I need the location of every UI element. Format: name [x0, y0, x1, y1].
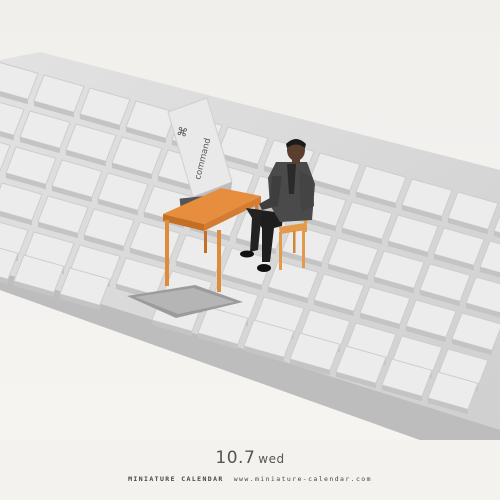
photo-scene: ⌘ command: [0, 0, 500, 440]
caption-day: 10.7: [215, 448, 256, 468]
caption-brand: MINIATURE CALENDAR: [128, 475, 224, 483]
caption-brand-line: MINIATURE CALENDAR www.miniature-calendar…: [0, 475, 500, 483]
caption-weekday: wed: [258, 452, 285, 466]
caption-date: 10.7 wed: [0, 448, 500, 468]
caption: 10.7 wed MINIATURE CALENDAR www.miniature-…: [0, 448, 500, 483]
caption-url: www.miniature-calendar.com: [233, 475, 372, 483]
